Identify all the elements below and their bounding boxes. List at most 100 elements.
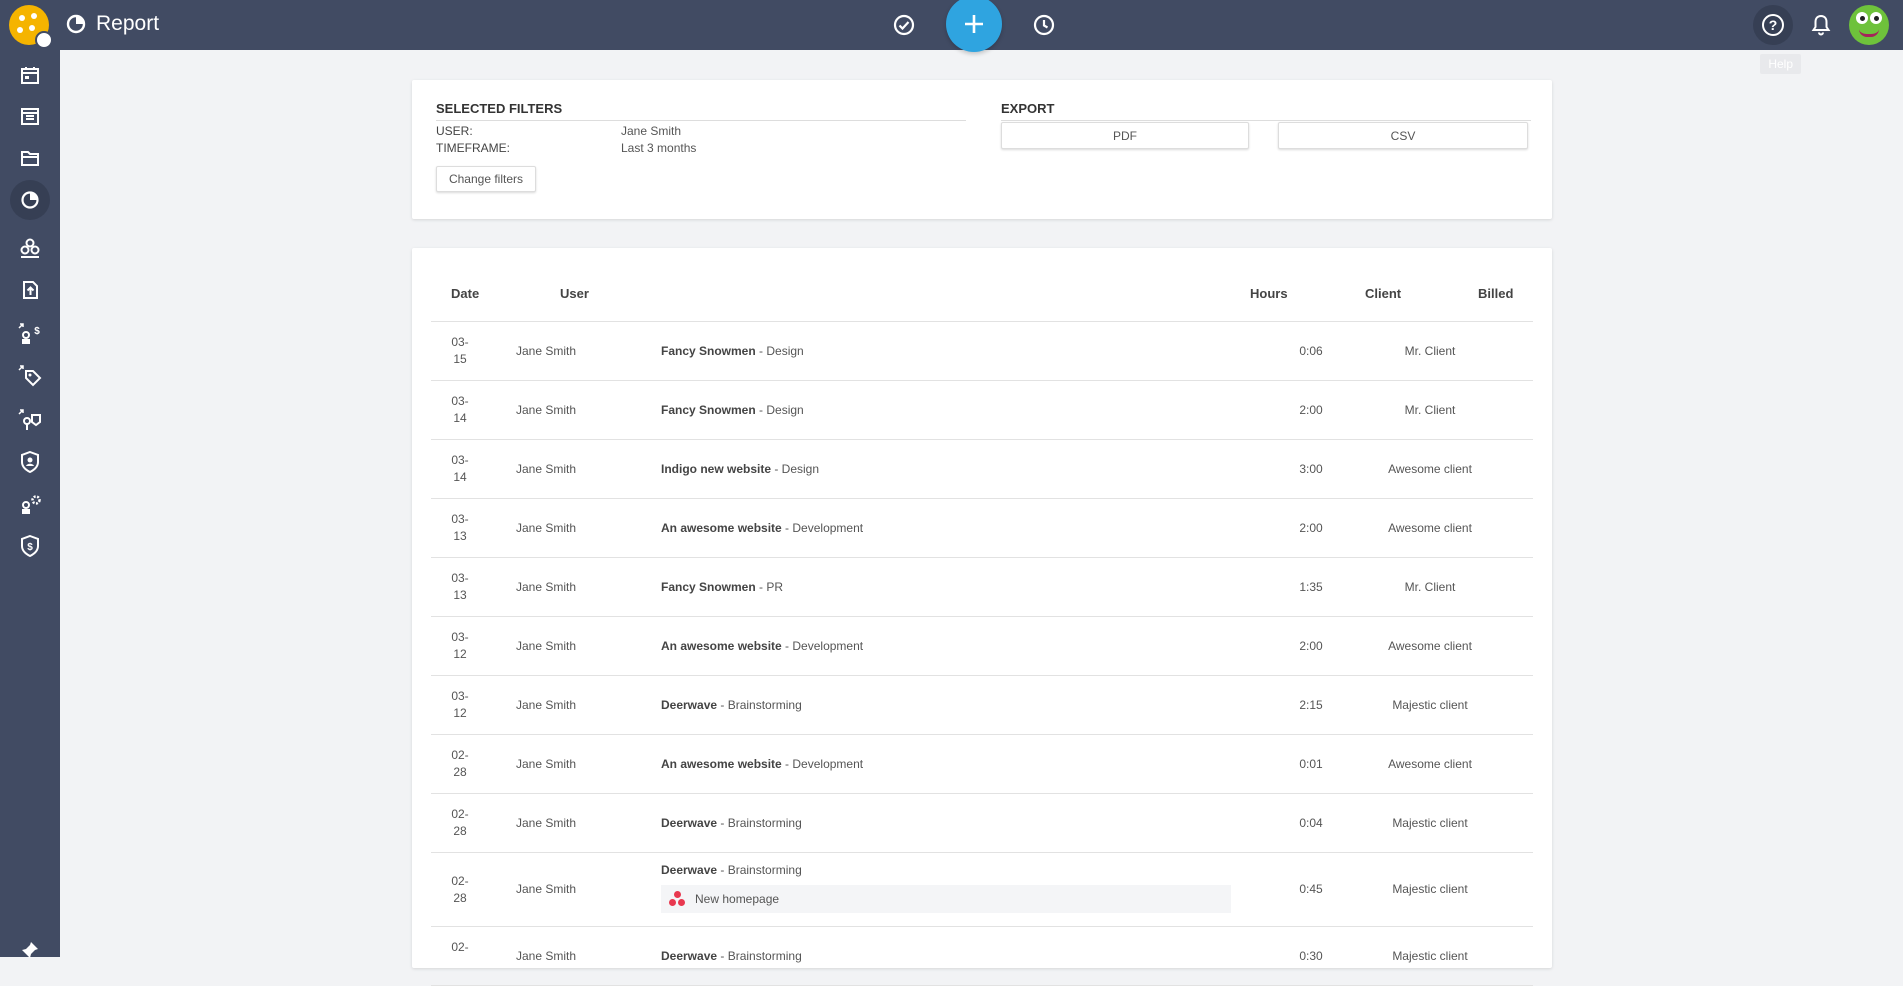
tags-icon[interactable] (18, 364, 42, 388)
table-row[interactable]: 02- 28 Jane Smith Deerwave - Brainstormin… (431, 853, 1533, 927)
board-icon[interactable] (18, 104, 42, 128)
table-row[interactable]: 02- 28 Jane Smith Deerwave - Brainstormin… (431, 794, 1533, 853)
column-header-hours[interactable]: Hours (1250, 286, 1288, 301)
entry-client: Majestic client (1392, 816, 1468, 830)
entry-project[interactable]: Deerwave - Brainstorming (661, 949, 802, 963)
entry-client: Awesome client (1388, 521, 1472, 535)
top-bar: Report ? (0, 0, 1903, 52)
column-header-billed[interactable]: Billed (1478, 286, 1513, 301)
table-row[interactable]: 03- 14 Jane Smith Fancy Snowmen - Design … (431, 381, 1533, 440)
entry-date: 03- 15 (451, 335, 469, 366)
table-row[interactable]: 03- 12 Jane Smith Deerwave - Brainstormin… (431, 676, 1533, 735)
billing-users-icon[interactable]: $ (18, 322, 42, 346)
entry-user: Jane Smith (516, 403, 577, 417)
entry-user: Jane Smith (516, 757, 577, 771)
entry-user: Jane Smith (516, 521, 577, 535)
entry-hours: 3:00 (1299, 462, 1323, 476)
column-header-user[interactable]: User (560, 286, 589, 301)
entry-date: 03- 12 (451, 689, 469, 720)
export-pdf-button[interactable]: PDF (1001, 122, 1249, 149)
entry-project[interactable]: Fancy Snowmen - Design (661, 403, 804, 417)
entry-hours: 0:01 (1299, 757, 1323, 771)
table-row[interactable]: 03- 13 Jane Smith Fancy Snowmen - PR 1:35… (431, 558, 1533, 617)
linked-task[interactable]: New homepage (661, 885, 1231, 913)
svg-text:?: ? (1769, 17, 1778, 33)
entry-date: 02- 28 (451, 748, 469, 779)
entry-project[interactable]: An awesome website - Development (661, 521, 863, 535)
help-button[interactable]: ? (1753, 5, 1793, 45)
workspace-badge-icon (35, 31, 53, 49)
help-tooltip: Help (1760, 54, 1801, 74)
help-icon: ? (1762, 14, 1784, 36)
entry-project[interactable]: Indigo new website - Design (661, 462, 819, 476)
entry-date: 03- 13 (451, 571, 469, 602)
calendar-icon[interactable] (18, 63, 42, 87)
table-row[interactable]: 03- 15 Jane Smith Fancy Snowmen - Design … (431, 322, 1533, 381)
entry-date: 03- 12 (451, 630, 469, 661)
entry-hours: 2:00 (1299, 403, 1323, 417)
entry-user: Jane Smith (516, 882, 577, 896)
entry-hours: 2:00 (1299, 639, 1323, 653)
user-filter-value: Jane Smith (621, 124, 682, 138)
column-header-client[interactable]: Client (1365, 286, 1401, 301)
folder-icon[interactable] (18, 146, 42, 170)
table-row[interactable]: 03- 13 Jane Smith An awesome website - De… (431, 499, 1533, 558)
table-row[interactable]: 03- 14 Jane Smith Indigo new website - De… (431, 440, 1533, 499)
table-row[interactable]: 03- 12 Jane Smith An awesome website - De… (431, 617, 1533, 676)
entry-project[interactable]: Fancy Snowmen - Design (661, 344, 804, 358)
billing-shield-icon[interactable]: $ (18, 534, 42, 558)
table-row[interactable]: 02- 28 Jane Smith An awesome website - De… (431, 735, 1533, 794)
add-entry-button[interactable] (946, 0, 1002, 52)
entry-hours: 0:06 (1299, 344, 1323, 358)
entry-client: Awesome client (1388, 462, 1472, 476)
report-pie-icon (21, 191, 39, 209)
sidebar-item-report[interactable] (10, 180, 50, 220)
entry-client: Awesome client (1388, 757, 1472, 771)
user-avatar[interactable] (1849, 5, 1889, 45)
app-logo[interactable] (9, 5, 53, 49)
entry-hours: 0:30 (1299, 949, 1323, 963)
entry-user: Jane Smith (516, 816, 577, 830)
svg-text:$: $ (27, 542, 33, 553)
entry-project[interactable]: Deerwave - Brainstorming (661, 698, 802, 712)
entry-project[interactable]: Fancy Snowmen - PR (661, 580, 783, 594)
notifications-bell-icon[interactable] (1807, 11, 1835, 39)
time-entries-table: Date User Hours Client Billed 03- 15 Jane… (412, 248, 1552, 986)
entry-date: 03- 14 (451, 453, 469, 484)
svg-text:$: $ (34, 326, 40, 337)
entry-client: Mr. Client (1404, 403, 1456, 417)
tasks-check-icon[interactable] (890, 11, 918, 39)
integrations-icon[interactable] (18, 408, 42, 432)
security-icon[interactable] (18, 450, 42, 474)
export-csv-button[interactable]: CSV (1278, 122, 1528, 149)
entry-project[interactable]: An awesome website - Development (661, 639, 863, 653)
entry-user: Jane Smith (516, 639, 577, 653)
timer-clock-icon[interactable] (1030, 11, 1058, 39)
entry-date: 02- (451, 940, 469, 954)
sidebar: $ $ (0, 50, 60, 958)
entry-client: Mr. Client (1404, 344, 1456, 358)
entry-hours: 0:04 (1299, 816, 1323, 830)
entry-hours: 1:35 (1299, 580, 1323, 594)
entry-user: Jane Smith (516, 698, 577, 712)
export-title: EXPORT (1001, 101, 1531, 121)
team-icon[interactable] (18, 236, 42, 260)
entry-project[interactable]: An awesome website - Development (661, 757, 863, 771)
entry-user: Jane Smith (516, 344, 577, 358)
settings-users-icon[interactable] (18, 492, 42, 516)
upload-icon[interactable] (18, 278, 42, 302)
entry-date: 02- 28 (451, 874, 469, 905)
selected-filters-title: SELECTED FILTERS (436, 101, 966, 121)
entry-client: Awesome client (1388, 639, 1472, 653)
column-header-date[interactable]: Date (451, 286, 479, 301)
entry-client: Majestic client (1392, 882, 1468, 896)
entry-project[interactable]: Deerwave - Brainstorming (661, 816, 802, 830)
pin-icon[interactable] (18, 938, 42, 962)
entry-date: 03- 14 (451, 394, 469, 425)
filters-panel: SELECTED FILTERS USER: Jane Smith TIMEFR… (412, 80, 1552, 219)
plus-icon (965, 15, 983, 33)
report-pie-icon (66, 14, 86, 34)
page-title: Report (96, 12, 160, 35)
change-filters-button[interactable]: Change filters (436, 166, 536, 192)
entry-project[interactable]: Deerwave - Brainstorming (661, 863, 802, 877)
